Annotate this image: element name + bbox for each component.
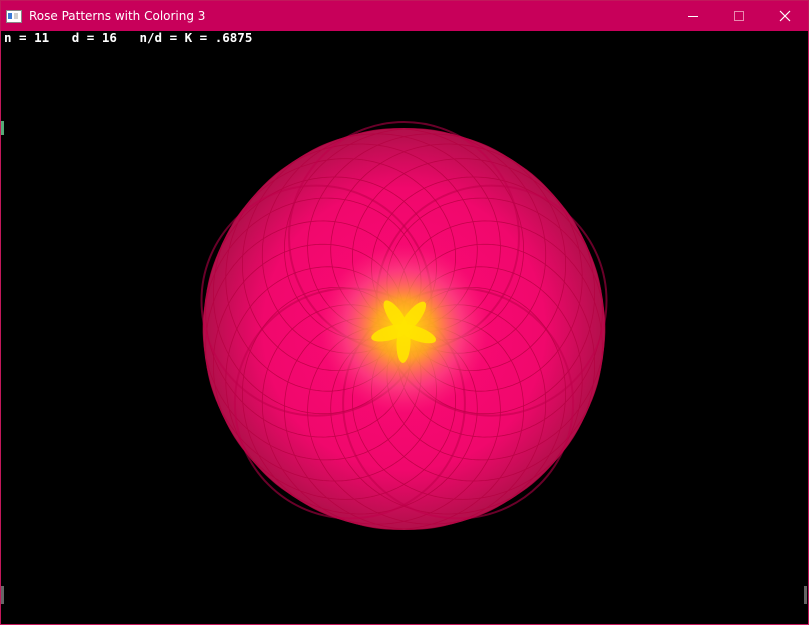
window-title: Rose Patterns with Coloring 3 [29, 9, 206, 23]
left-edge-marker [1, 121, 4, 135]
minimize-button[interactable] [670, 1, 716, 31]
rose-pattern [200, 121, 608, 530]
close-icon [779, 10, 791, 22]
minimize-icon [688, 16, 698, 17]
parameters-readout: n = 11 d = 16 n/d = K = .6875 [4, 30, 253, 45]
maximize-button[interactable] [716, 1, 762, 31]
app-window: Rose Patterns with Coloring 3 n = 11 d =… [0, 0, 809, 625]
app-window-icon[interactable] [6, 9, 22, 23]
title-bar[interactable]: Rose Patterns with Coloring 3 [1, 1, 808, 31]
left-edge-marker [1, 586, 4, 604]
window-controls [670, 1, 808, 31]
right-edge-marker [804, 586, 807, 604]
drawing-canvas [1, 31, 808, 624]
close-button[interactable] [762, 1, 808, 31]
maximize-icon [734, 11, 744, 21]
